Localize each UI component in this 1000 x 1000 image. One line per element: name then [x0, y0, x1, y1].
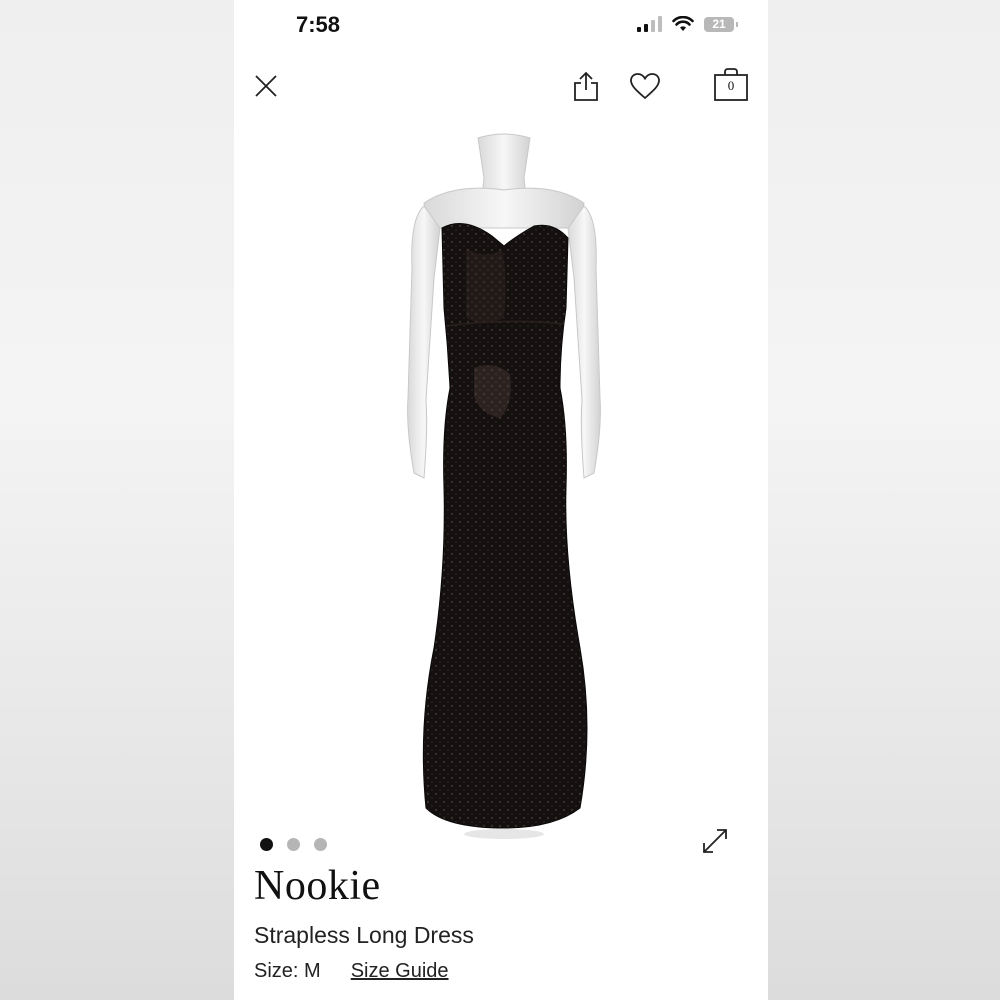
product-brand: Nookie	[254, 863, 381, 909]
battery-icon: 21	[704, 16, 738, 32]
close-icon[interactable]	[254, 74, 278, 98]
carousel-dot-1[interactable]	[260, 838, 273, 851]
background-left	[0, 0, 234, 1000]
bag-count: 0	[727, 78, 735, 93]
size-row: Size: M Size Guide	[254, 960, 449, 983]
expand-icon[interactable]	[700, 826, 730, 856]
share-icon[interactable]	[572, 70, 600, 102]
status-time: 7:58	[296, 12, 341, 37]
product-size: Size: M	[254, 960, 321, 982]
carousel-dot-2[interactable]	[287, 838, 300, 851]
phone-screen: 7:58 21 0 Nookie Strapless Long Dress Si…	[234, 0, 768, 1000]
heart-icon[interactable]	[629, 72, 661, 100]
background-right	[768, 0, 1000, 1000]
shopping-bag-button[interactable]: 0	[713, 68, 749, 102]
carousel-dot-3[interactable]	[314, 838, 327, 851]
cellular-signal-icon	[637, 16, 662, 32]
size-guide-link[interactable]: Size Guide	[351, 960, 449, 983]
product-photo[interactable]	[354, 128, 654, 848]
product-name: Strapless Long Dress	[254, 922, 474, 948]
wifi-icon	[672, 16, 694, 31]
status-icons: 21	[637, 16, 738, 32]
carousel-dots	[260, 838, 327, 851]
battery-level: 21	[712, 17, 726, 31]
